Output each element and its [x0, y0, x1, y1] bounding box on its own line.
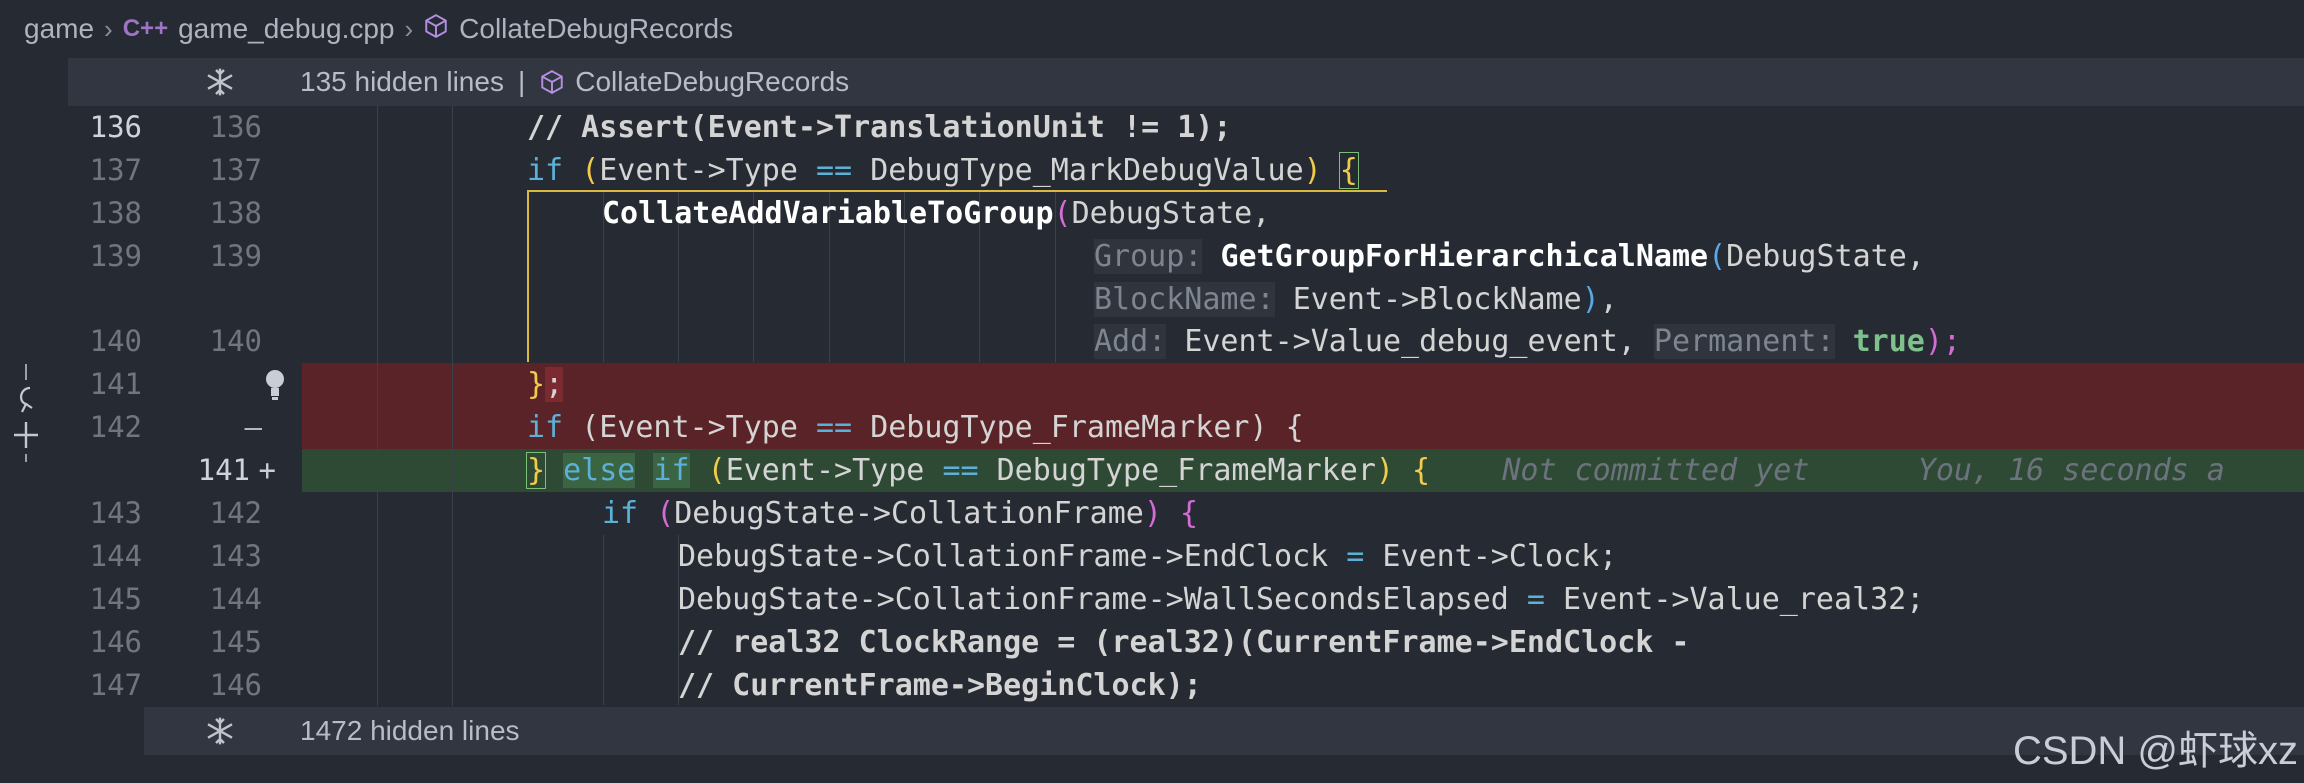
breadcrumb: game › C++ game_debug.cpp › CollateDebug… [0, 0, 2304, 58]
code-line[interactable]: // Assert(Event->TranslationUnit != 1); [302, 106, 2304, 149]
code-line[interactable]: Group: GetGroupForHierarchicalName(Debug… [302, 235, 2304, 278]
line-number: 137 [209, 153, 262, 187]
line-number: 136 [209, 110, 262, 144]
unfold-icon[interactable] [204, 66, 236, 98]
line-number: 141 [89, 367, 142, 401]
line-number: 138 [89, 196, 142, 230]
line-number: 143 [89, 496, 142, 530]
line-number: 146 [89, 625, 142, 659]
code-line-deleted[interactable]: }; [302, 363, 2304, 406]
lightbulb-icon[interactable] [262, 367, 288, 401]
breadcrumb-symbol[interactable]: CollateDebugRecords [459, 13, 733, 45]
revert-change-icon[interactable] [12, 362, 40, 462]
git-blame-author: You, 16 seconds a [1917, 453, 2225, 488]
hidden-lines-bar-bottom[interactable]: 1472 hidden lines [144, 707, 2304, 755]
hidden-lines-count: 135 hidden lines [300, 66, 504, 97]
line-number: 140 [89, 324, 142, 358]
line-number: 139 [209, 239, 262, 273]
code-line[interactable]: Add: Event->Value_debug_event, Permanent… [302, 320, 2304, 363]
chevron-right-icon: › [104, 13, 113, 44]
line-number: 142 [89, 410, 142, 444]
watermark: CSDN @虾球xz [2012, 729, 2298, 773]
line-number: 144 [89, 539, 142, 573]
line-number: 137 [89, 153, 142, 187]
code-line[interactable]: BlockName: Event->BlockName), [302, 278, 2304, 321]
code-line[interactable]: if (DebugState->CollationFrame) { [302, 492, 2304, 535]
code-line[interactable]: DebugState->CollationFrame->EndClock = E… [302, 535, 2304, 578]
line-number: 145 [209, 625, 262, 659]
line-number: 146 [209, 668, 262, 702]
line-number: 145 [89, 582, 142, 616]
hidden-lines-bar-top[interactable]: 135 hidden lines | CollateDebugRecords [68, 58, 2304, 106]
inlay-hint: Add: [1094, 324, 1167, 359]
cpp-file-icon: C++ [122, 15, 169, 42]
line-number: 138 [209, 196, 262, 230]
code-line[interactable]: // CurrentFrame->BeginClock); [302, 664, 2304, 707]
inlay-hint: Permanent: [1653, 324, 1835, 359]
hidden-lines-symbol[interactable]: CollateDebugRecords [575, 66, 849, 98]
inlay-hint: BlockName: [1094, 282, 1275, 317]
inlay-hint: Group: [1094, 239, 1203, 274]
line-number: 140 [209, 324, 262, 358]
code-line-added[interactable]: } else if (Event->Type == DebugType_Fram… [302, 449, 2304, 492]
diff-deleted-marker: — [244, 410, 262, 444]
code-line-deleted[interactable]: if (Event->Type == DebugType_FrameMarker… [302, 406, 2304, 449]
chevron-right-icon: › [404, 13, 414, 44]
code-line[interactable]: if (Event->Type == DebugType_MarkDebugVa… [302, 149, 2304, 192]
line-number: 139 [89, 239, 142, 273]
git-blame-annotation: Not committed yet [1502, 453, 1810, 488]
line-number: 136 [89, 110, 142, 144]
line-number: 144 [209, 582, 262, 616]
code-line[interactable]: // real32 ClockRange = (real32)(CurrentF… [302, 621, 2304, 664]
symbol-cube-icon [423, 13, 449, 46]
line-number: 143 [209, 539, 262, 573]
hidden-lines-count: 1472 hidden lines [300, 715, 520, 746]
separator: | [517, 66, 526, 97]
breadcrumb-file[interactable]: game_debug.cpp [178, 13, 394, 45]
breadcrumb-folder[interactable]: game [24, 13, 94, 45]
line-number: 147 [89, 668, 142, 702]
line-number: 142 [209, 496, 262, 530]
unfold-icon[interactable] [204, 715, 236, 747]
code-line[interactable]: DebugState->CollationFrame->WallSecondsE… [302, 578, 2304, 621]
code-line[interactable]: CollateAddVariableToGroup(DebugState, [302, 192, 2304, 235]
symbol-cube-icon [539, 69, 565, 95]
diff-added-marker: + [258, 453, 276, 487]
